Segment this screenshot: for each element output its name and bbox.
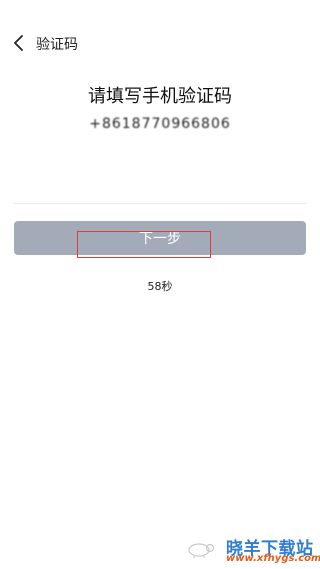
watermark-url: www.xfhygs.com bbox=[226, 553, 320, 564]
sheep-logo-icon bbox=[188, 543, 215, 558]
next-step-button[interactable]: 下一步 bbox=[14, 221, 306, 255]
resend-countdown: 58秒 bbox=[147, 280, 173, 293]
nav-bar: 验证码 bbox=[0, 26, 320, 60]
page-title: 验证码 bbox=[36, 37, 78, 53]
phone-number: +8618770966806 bbox=[89, 116, 231, 132]
verification-heading: 请填写手机验证码 bbox=[88, 86, 232, 107]
verification-code-input[interactable] bbox=[14, 168, 306, 204]
chevron-left-icon[interactable] bbox=[11, 34, 29, 52]
